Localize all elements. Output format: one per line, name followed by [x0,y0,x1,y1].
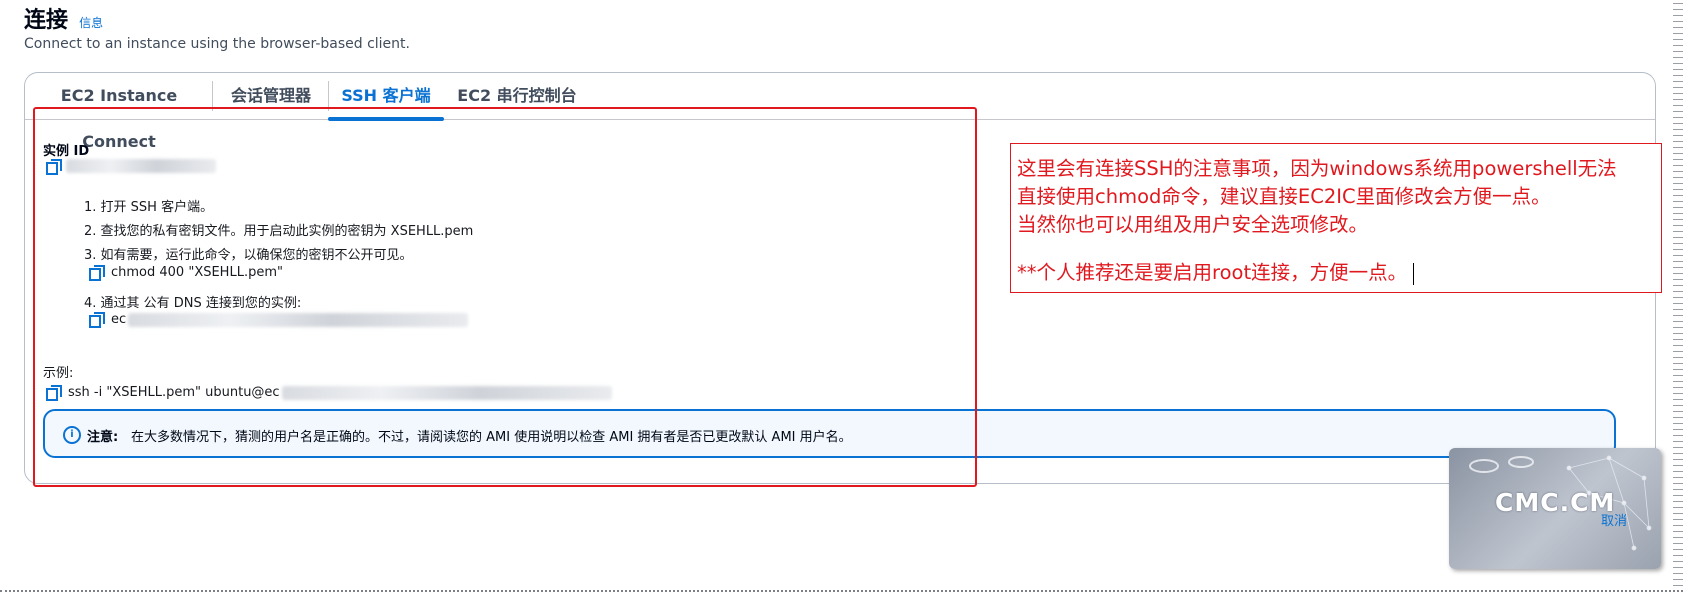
alert-body: 在大多数情况下，猜测的用户名是正确的。不过，请阅读您的 AMI 使用说明以检查 … [131,430,852,445]
instance-id-label: 实例 ID [43,144,90,159]
copy-icon[interactable] [46,159,62,175]
page-header: 连接 信息 [24,2,103,34]
copy-icon[interactable] [46,385,62,401]
info-link[interactable]: 信息 [79,14,103,31]
tab-session-manager[interactable]: 会话管理器 [213,73,329,119]
annotation-line-4-text: **个人推荐还是要启用root连接，方便一点。 [1017,261,1408,284]
public-dns-prefix: ec [111,312,127,327]
info-icon: i [63,426,81,444]
text-caret [1413,262,1415,285]
watermark-overlay: CMC.CM 取消 [1449,448,1661,569]
annotation-line-4: **个人推荐还是要启用root连接，方便一点。 [1017,256,1415,285]
torn-edge-bottom [0,590,1683,604]
alert-title: 注意: [87,430,119,445]
instance-id-value-redacted [66,159,216,173]
watermark-logo: CMC.CM [1495,488,1616,517]
public-dns-redacted [128,313,468,327]
annotation-line-2: 直接使用chmod命令，建议直接EC2IC里面修改会方便一点。 [1017,185,1551,208]
tab-ssh-client[interactable]: SSH 客户端 [328,73,444,121]
step-4: 4. 通过其 公有 DNS 连接到您的实例: [84,296,302,311]
step-3: 3. 如有需要，运行此命令，以确保您的密钥不公开可见。 [84,248,413,263]
step-2: 2. 查找您的私有密钥文件。用于启动此实例的密钥为 XSEHLL.pem [84,224,474,239]
annotation-note: 这里会有连接SSH的注意事项，因为windows系统用powershell无法 … [1010,143,1662,293]
page-description: Connect to an instance using the browser… [24,36,410,52]
example-command: ssh -i "XSEHLL.pem" ubuntu@ec [68,385,280,400]
tab-ec2-serial-console[interactable]: EC2 串行控制台 [444,73,590,119]
page-title: 连接 [24,8,69,33]
example-label: 示例: [43,366,74,381]
example-host-redacted [282,386,612,400]
copy-icon[interactable] [89,312,105,328]
tab-ec2-instance-connect[interactable]: EC2 Instance Connect [25,73,213,151]
cancel-link[interactable]: 取消 [1601,510,1627,529]
tab-bar: EC2 Instance Connect 会话管理器 SSH 客户端 EC2 串… [25,73,1655,151]
note-alert: i 注意: 在大多数情况下，猜测的用户名是正确的。不过，请阅读您的 AMI 使用… [43,409,1616,458]
copy-icon[interactable] [89,265,105,281]
annotation-line-3: 当然你也可以用组及用户安全选项修改。 [1017,213,1369,236]
torn-edge-right [1673,0,1683,604]
chmod-command: chmod 400 "XSEHLL.pem" [111,265,283,280]
step-1: 1. 打开 SSH 客户端。 [84,200,214,215]
annotation-line-1: 这里会有连接SSH的注意事项，因为windows系统用powershell无法 [1017,157,1617,180]
